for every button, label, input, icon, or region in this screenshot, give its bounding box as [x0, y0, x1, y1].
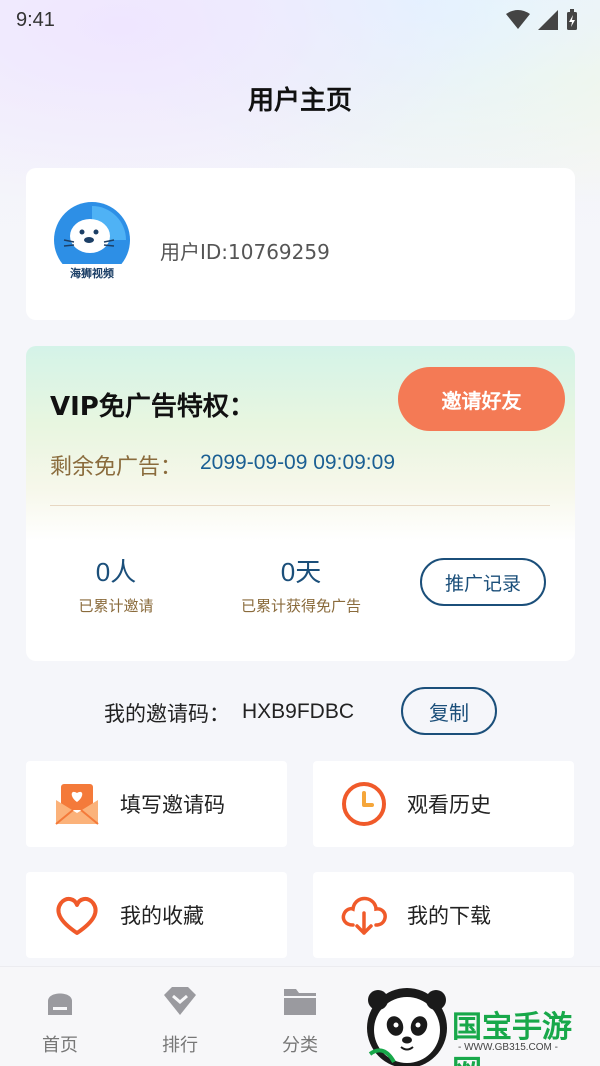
heart-icon: [52, 890, 102, 940]
tab-home[interactable]: 首页: [20, 983, 100, 1057]
seal-logo-icon: 海狮视频: [50, 202, 134, 284]
copy-button[interactable]: 复制: [401, 687, 497, 735]
cloud-download-icon: [339, 890, 389, 940]
stat-label: 已累计邀请: [78, 597, 154, 615]
folder-icon: [284, 989, 316, 1015]
battery-icon: [567, 9, 577, 30]
watermark-text: 国宝手游网: [452, 1010, 572, 1066]
menu-item-watch-history[interactable]: 观看历史: [313, 761, 574, 847]
menu-item-enter-invite-code[interactable]: 填写邀请码: [26, 761, 287, 847]
promotion-record-button[interactable]: 推广记录: [420, 558, 546, 606]
vip-card: VIP免广告特权： 邀请好友 剩余免广告： 2099-09-09 09:09:0…: [26, 346, 575, 661]
status-time: 9:41: [16, 8, 55, 31]
menu-item-downloads[interactable]: 我的下载: [313, 872, 574, 958]
tab-category[interactable]: 分类: [260, 983, 340, 1057]
divider: [50, 505, 550, 506]
menu-item-label: 我的收藏: [120, 904, 204, 928]
clock-icon: [339, 779, 389, 829]
status-icons: [506, 9, 578, 31]
wifi-icon: [506, 10, 530, 29]
cellular-signal-icon: [538, 10, 558, 30]
menu-item-favorites[interactable]: 我的收藏: [26, 872, 287, 958]
vip-title: VIP免广告特权：: [50, 392, 255, 422]
avatar[interactable]: 海狮视频: [50, 200, 134, 284]
menu-item-label: 观看历史: [407, 793, 491, 817]
invite-code-label: 我的邀请码：: [104, 702, 230, 726]
menu-item-label: 我的下载: [407, 904, 491, 928]
diamond-icon: [164, 987, 196, 1015]
avatar-caption: 海狮视频: [70, 266, 114, 280]
stat-invites: 0人 已累计邀请: [56, 552, 176, 616]
tab-label: 首页: [42, 1035, 78, 1056]
menu-item-label: 填写邀请码: [120, 793, 225, 817]
profile-card: 海狮视频 用户ID:10769259: [26, 168, 575, 320]
invite-code-value: HXB9FDBC: [242, 700, 355, 723]
invite-friends-button[interactable]: 邀请好友: [398, 367, 565, 431]
tab-label: 分类: [282, 1035, 318, 1056]
tab-label: 排行: [162, 1035, 198, 1056]
watermark-url: - WWW.GB315.COM -: [458, 1042, 558, 1053]
tab-ranking[interactable]: 排行: [140, 983, 220, 1057]
stat-label: 已累计获得免广告: [240, 597, 361, 615]
remain-value: 2099-09-09 09:09:09: [200, 451, 395, 474]
stat-ad-free-days: 0天 已累计获得免广告: [226, 552, 376, 616]
stat-value: 0天: [280, 557, 322, 587]
page-title: 用户主页: [247, 86, 352, 116]
envelope-heart-icon: [52, 779, 102, 829]
status-bar: 9:41: [0, 0, 600, 40]
watermark: 国宝手游网 - WWW.GB315.COM -: [360, 980, 600, 1066]
home-icon: [48, 993, 72, 1015]
user-id: 用户ID:10769259: [160, 240, 330, 264]
remain-label: 剩余免广告：: [50, 455, 183, 480]
stat-value: 0人: [95, 557, 137, 587]
panda-logo-icon: [367, 988, 447, 1066]
